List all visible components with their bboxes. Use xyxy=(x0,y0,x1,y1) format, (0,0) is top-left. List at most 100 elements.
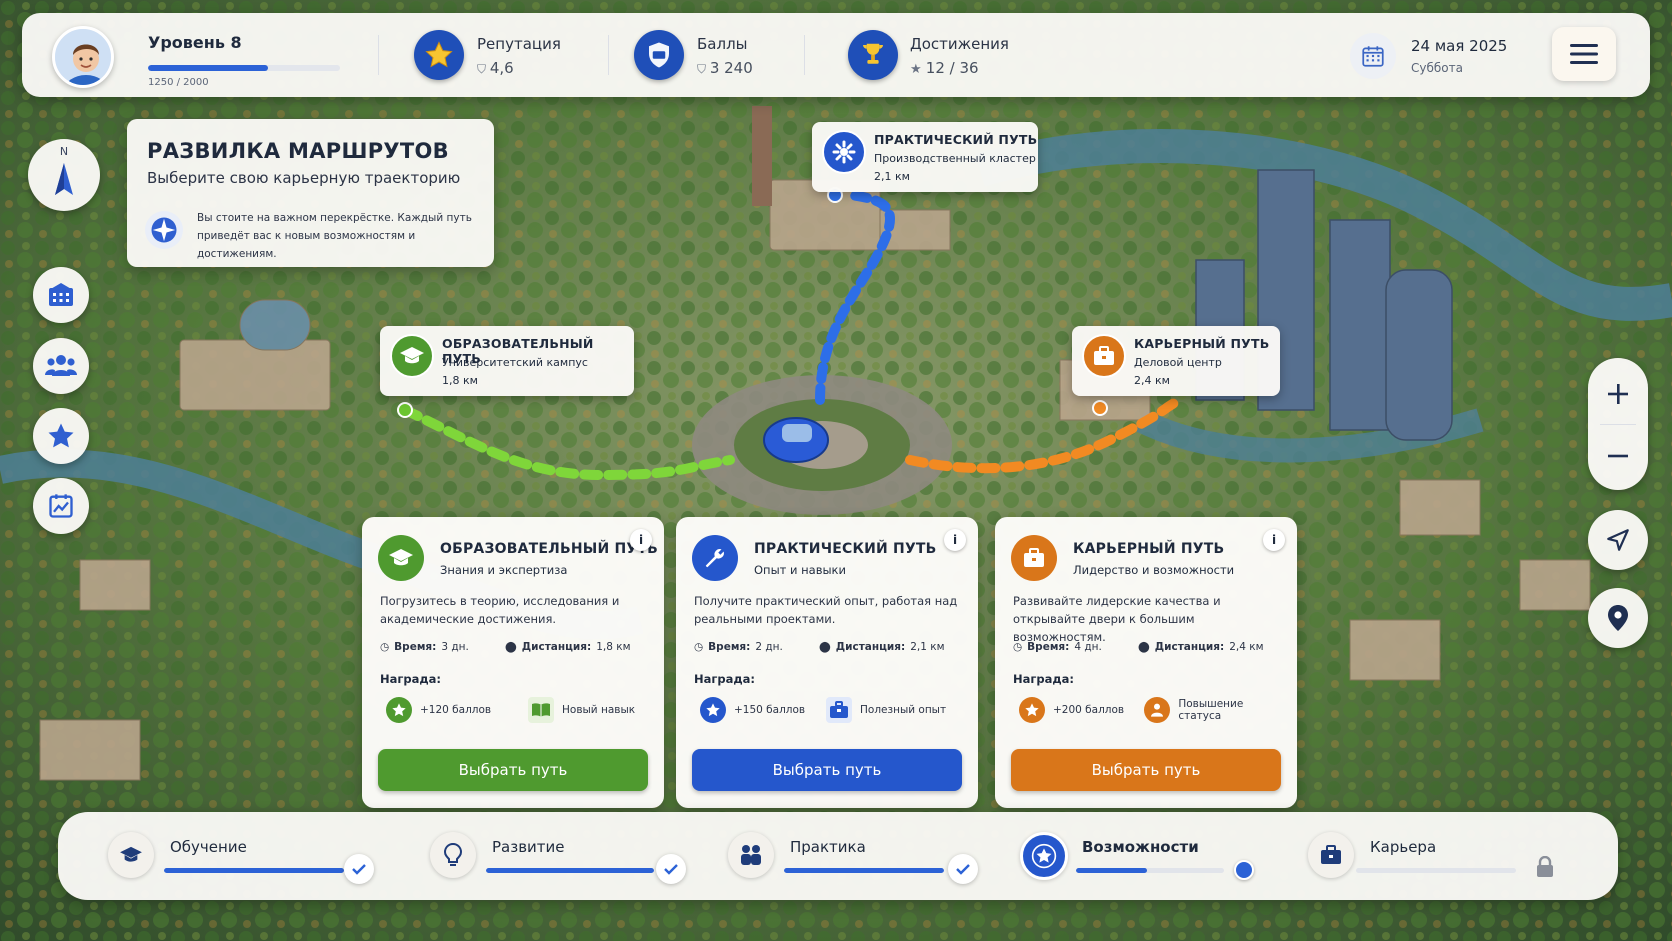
star-badge-icon xyxy=(700,697,726,723)
compass-needle-icon xyxy=(55,163,73,195)
favorites-button[interactable] xyxy=(33,408,89,464)
step-track xyxy=(784,868,944,873)
pin-icon: ⬤ xyxy=(505,641,517,653)
step-fill xyxy=(784,868,944,873)
callout-distance: 2,1 км xyxy=(874,170,910,183)
star-icon xyxy=(48,423,74,448)
shield-icon xyxy=(634,30,684,80)
info-subtitle: Выберите свою карьерную траекторию xyxy=(147,169,461,187)
divider xyxy=(608,35,609,75)
check-icon xyxy=(344,854,374,884)
top-bar: Уровень 8 1250 / 2000 Репутация ⛉ 4,6 Ба… xyxy=(22,13,1650,97)
book-icon xyxy=(528,697,554,723)
card-subtitle: Лидерство и возможности xyxy=(1073,563,1235,577)
star-badge-icon xyxy=(386,697,412,723)
choose-path-button[interactable]: Выбрать путь xyxy=(378,749,648,791)
reward-label: Награда: xyxy=(380,672,442,686)
person-badge-icon xyxy=(1144,697,1171,723)
distance-value: 2,4 км xyxy=(1229,641,1264,653)
info-button[interactable]: i xyxy=(630,529,652,551)
graduation-cap-icon xyxy=(390,334,434,378)
hamburger-icon xyxy=(1570,44,1598,64)
zoom-in-button[interactable] xyxy=(1588,364,1648,424)
card-subtitle: Опыт и навыки xyxy=(754,563,846,577)
distance-value: 2,1 км xyxy=(910,641,945,653)
star-badge-icon xyxy=(1019,697,1045,723)
team-icon xyxy=(728,832,774,878)
card-title: ОБРАЗОВАТЕЛЬНЫЙ ПУТЬ xyxy=(440,541,658,557)
location-button[interactable] xyxy=(1588,588,1648,648)
reputation-label: Репутация xyxy=(477,35,561,53)
card-description: Развивайте лидерские качества и открывай… xyxy=(1013,594,1221,644)
step-label: Обучение xyxy=(170,838,247,856)
pin-icon: ⬤ xyxy=(819,641,831,653)
menu-button[interactable] xyxy=(1552,27,1616,81)
reward-skill: Новый навык xyxy=(562,704,636,716)
step-development[interactable]: Развитие xyxy=(430,812,700,900)
distance-label: Дистанция: xyxy=(1154,641,1225,653)
star-small-icon: ★ xyxy=(910,62,926,77)
step-learning[interactable]: Обучение xyxy=(108,812,378,900)
graduation-cap-icon xyxy=(378,535,424,581)
choose-path-button[interactable]: Выбрать путь xyxy=(1011,749,1281,791)
info-button[interactable]: i xyxy=(1263,529,1285,551)
compass-north-label: N xyxy=(59,145,69,158)
briefcase-icon xyxy=(1308,832,1354,878)
navigate-button[interactable] xyxy=(1588,510,1648,570)
time-label: Время: xyxy=(708,641,751,653)
step-track xyxy=(1076,868,1224,873)
clock-icon: ◷ xyxy=(694,641,704,653)
xp-progress-fill xyxy=(148,65,268,71)
achievements-label: Достижения xyxy=(910,35,1009,53)
time-value: 4 дн. xyxy=(1074,641,1102,653)
compass-button[interactable]: N xyxy=(28,139,100,211)
distance-label: Дистанция: xyxy=(521,641,592,653)
route-info-panel: РАЗВИЛКА МАРШРУТОВ Выберите свою карьерн… xyxy=(127,119,494,267)
buildings-button[interactable] xyxy=(33,267,89,323)
points-value: ⛉ 3 240 xyxy=(697,59,753,77)
minus-icon xyxy=(1608,454,1628,458)
compass-rose-icon xyxy=(145,211,183,249)
info-button[interactable]: i xyxy=(944,529,966,551)
player-avatar[interactable] xyxy=(52,26,114,88)
zoom-out-button[interactable] xyxy=(1588,426,1648,486)
chart-board-icon xyxy=(49,494,73,518)
card-meta: ◷ Время: 4 дн. ⬤ Дистанция: 2,4 км xyxy=(1013,641,1283,653)
callout-subtitle: Деловой центр xyxy=(1134,356,1222,369)
callout-practice[interactable]: ПРАКТИЧЕСКИЙ ПУТЬ Производственный класт… xyxy=(812,122,1038,192)
calendar-icon[interactable] xyxy=(1350,33,1396,79)
lightbulb-icon xyxy=(430,832,476,878)
card-subtitle: Знания и экспертиза xyxy=(440,563,568,577)
path-card-practice: ПРАКТИЧЕСКИЙ ПУТЬ Опыт и навыки i Получи… xyxy=(676,517,978,808)
callout-title: ПРАКТИЧЕСКИЙ ПУТЬ xyxy=(874,132,1038,147)
step-career[interactable]: Карьера xyxy=(1308,812,1588,900)
step-fill xyxy=(164,868,344,873)
stats-button[interactable] xyxy=(33,478,89,534)
time-value: 2 дн. xyxy=(755,641,783,653)
reward-list: +120 баллов Новый навык xyxy=(386,697,656,723)
step-label: Практика xyxy=(790,838,866,856)
divider xyxy=(1600,424,1636,425)
check-icon xyxy=(656,854,686,884)
step-opportunities[interactable]: Возможности xyxy=(1020,812,1300,900)
distance-value: 1,8 км xyxy=(596,641,631,653)
time-label: Время: xyxy=(1027,641,1070,653)
step-track xyxy=(164,868,344,873)
reward-points: +120 баллов xyxy=(420,704,492,716)
reward-label: Награда: xyxy=(1013,672,1075,686)
step-label: Развитие xyxy=(492,838,565,856)
card-title: КАРЬЕРНЫЙ ПУТЬ xyxy=(1073,541,1225,557)
reward-list: +150 баллов Полезный опыт xyxy=(700,697,970,723)
card-description: Получите практический опыт, работая над … xyxy=(694,594,958,626)
reward-experience: Полезный опыт xyxy=(860,704,947,716)
callout-career[interactable]: КАРЬЕРНЫЙ ПУТЬ Деловой центр 2,4 км xyxy=(1072,326,1280,396)
step-practice[interactable]: Практика xyxy=(728,812,998,900)
reward-label: Награда: xyxy=(694,672,756,686)
callout-subtitle: Производственный кластер xyxy=(874,152,1036,165)
community-button[interactable] xyxy=(33,338,89,394)
plus-icon xyxy=(1608,384,1628,404)
reputation-value: ⛉ 4,6 xyxy=(477,59,514,77)
time-value: 3 дн. xyxy=(441,641,469,653)
callout-education[interactable]: ОБРАЗОВАТЕЛЬНЫЙ ПУТЬ Университетский кам… xyxy=(380,326,634,396)
choose-path-button[interactable]: Выбрать путь xyxy=(692,749,962,791)
